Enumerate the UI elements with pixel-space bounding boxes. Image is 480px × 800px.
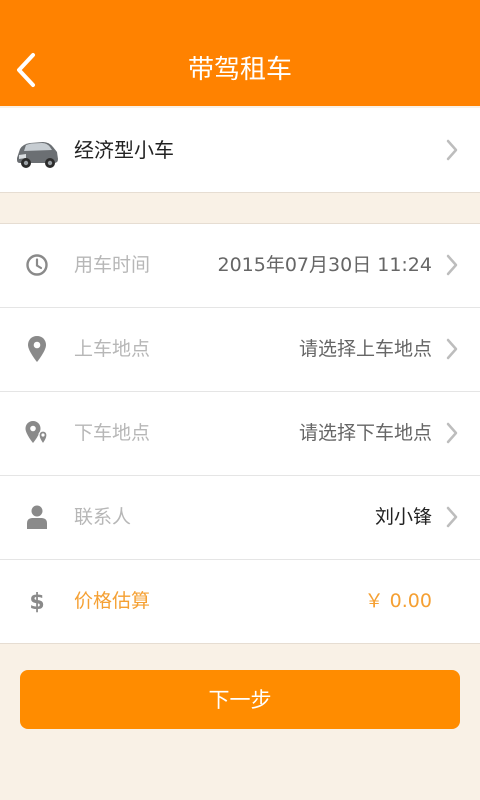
booking-form: 用车时间 2015年07月30日 11:24 上车地点 请选择上车地点 下车地点… — [0, 223, 480, 644]
chevron-right-icon — [446, 338, 458, 360]
page-title: 带驾租车 — [187, 55, 292, 85]
svg-text:$: $ — [29, 590, 44, 614]
contact-value: 刘小锋 — [374, 506, 432, 528]
car-type-label: 经济型小车 — [74, 138, 174, 162]
contact-label: 联系人 — [74, 506, 132, 528]
next-step-button[interactable]: 下一步 — [20, 670, 460, 729]
chevron-right-icon — [446, 422, 458, 444]
dollar-icon: $ — [24, 587, 50, 615]
car-icon — [17, 142, 58, 168]
map-pin-multi-icon — [24, 419, 50, 447]
row-price-estimate: $ 价格估算 ￥ 0.00 — [0, 560, 480, 643]
price-value: ￥ 0.00 — [364, 590, 432, 612]
row-contact[interactable]: 联系人 刘小锋 — [0, 476, 480, 560]
clock-icon — [24, 251, 50, 279]
dropoff-value: 请选择下车地点 — [298, 422, 432, 444]
row-pickup-time[interactable]: 用车时间 2015年07月30日 11:24 — [0, 224, 480, 308]
app-header: 带驾租车 — [0, 0, 480, 106]
pickup-label: 上车地点 — [74, 338, 151, 360]
chevron-right-icon — [446, 506, 458, 528]
chevron-right-icon — [446, 254, 458, 276]
dropoff-label: 下车地点 — [74, 422, 151, 444]
time-label: 用车时间 — [74, 254, 151, 276]
row-dropoff-location[interactable]: 下车地点 请选择下车地点 — [0, 392, 480, 476]
row-pickup-location[interactable]: 上车地点 请选择上车地点 — [0, 308, 480, 392]
time-value: 2015年07月30日 11:24 — [217, 254, 432, 276]
person-icon — [24, 503, 50, 531]
car-type-selector[interactable]: 经济型小车 — [0, 108, 480, 193]
pickup-value: 请选择上车地点 — [298, 338, 432, 360]
map-pin-icon — [24, 335, 50, 363]
price-label: 价格估算 — [74, 590, 151, 612]
chevron-right-icon — [446, 139, 458, 161]
